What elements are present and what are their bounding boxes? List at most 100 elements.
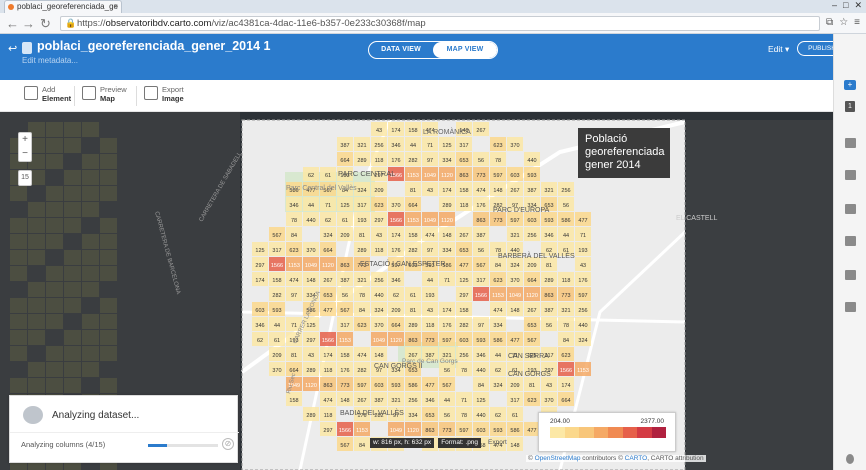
left-grid-cell — [46, 154, 63, 169]
edit-menu[interactable]: Edit ▾ — [768, 44, 789, 55]
edit-metadata-link[interactable]: Edit metadata... — [22, 56, 78, 65]
left-grid-cell — [64, 362, 81, 377]
legend-icon[interactable] — [845, 270, 856, 280]
grid-cell-value: 623 — [527, 398, 536, 404]
url-field[interactable]: 🔒 https://observatoribdv.carto.com/viz/a… — [60, 16, 820, 31]
grid-cell-value: 84 — [563, 338, 569, 344]
browser-tab[interactable]: poblaci_georeferenciada_ge × — [4, 0, 122, 13]
preview-map-button[interactable]: Preview Map — [82, 85, 127, 103]
grid-cell-value: 474 — [357, 353, 366, 359]
grid-cell-value: 297 — [459, 293, 468, 299]
map-view-button[interactable]: MAP VIEW — [433, 42, 497, 58]
close-window-icon[interactable]: ✕ — [854, 0, 862, 12]
zoom-in-button[interactable]: + — [19, 133, 31, 147]
translate-icon[interactable]: ⧉ — [826, 17, 833, 28]
grid-cell-value: 1153 — [356, 428, 368, 434]
grid-cell-value: 209 — [340, 233, 349, 239]
grid-cell-value: 773 — [493, 218, 502, 224]
sql-icon[interactable] — [845, 138, 856, 148]
map-legend[interactable]: 204.00 2377.00 — [538, 412, 676, 452]
menu-icon[interactable]: ≡ — [854, 17, 860, 28]
grid-cell-value: 297 — [323, 428, 332, 434]
grid-cell-value: 603 — [255, 308, 264, 314]
grid-cell-value: 387 — [340, 143, 349, 149]
layer-1-icon[interactable]: 1 — [845, 101, 855, 112]
left-grid-cell — [64, 218, 81, 233]
close-tab-icon[interactable]: × — [113, 1, 118, 13]
left-grid-cell — [64, 186, 81, 201]
left-grid-cell — [28, 314, 45, 329]
export-label[interactable]: Export — [485, 438, 510, 448]
grid-cell-value: 193 — [578, 248, 587, 254]
add-layer-icon[interactable]: + — [844, 80, 856, 90]
grid-cell-value: 176 — [442, 323, 451, 329]
analyze-progress-bar — [148, 444, 218, 447]
osm-link[interactable]: OpenStreetMap — [535, 455, 581, 462]
grid-cell-value: 81 — [529, 383, 535, 389]
forward-arrow-icon[interactable]: → — [22, 16, 35, 31]
grid-cell-value: 321 — [561, 308, 570, 314]
cloud-icon — [23, 406, 43, 424]
css-icon[interactable] — [845, 236, 856, 246]
widgets-icon[interactable] — [845, 302, 856, 312]
maximize-icon[interactable]: □ — [843, 0, 848, 12]
add-element-button[interactable]: Add Element — [24, 85, 71, 103]
map-title[interactable]: poblaci_georeferenciada_gener_2014 1 — [37, 39, 270, 53]
grid-cell-value: 81 — [359, 233, 365, 239]
grid-cell-value: 346 — [476, 353, 485, 359]
grid-cell-value: 474 — [323, 398, 332, 404]
grid-cell-value: 43 — [427, 188, 433, 194]
export-format[interactable]: Format: .png — [438, 438, 482, 448]
grid-cell-value: 118 — [324, 368, 333, 374]
grid-cell-value: 863 — [340, 263, 349, 269]
grid-cell-value: 586 — [493, 338, 502, 344]
grid-cell-value: 346 — [289, 203, 298, 209]
wizard-icon[interactable] — [845, 170, 856, 180]
grid-cell-value: 597 — [510, 218, 519, 224]
grid-cell-value: 84 — [291, 233, 297, 239]
left-grid-cell — [100, 234, 117, 249]
export-image-icon — [144, 86, 158, 100]
left-grid-cell — [82, 282, 99, 297]
grid-cell-value: 256 — [578, 308, 587, 314]
map-title-overlay[interactable]: Població georeferenciada gener 2014 — [578, 128, 670, 178]
grid-cell-value: 653 — [459, 248, 468, 254]
grid-cell-value: 61 — [342, 218, 348, 224]
grid-cell-value: 1120 — [407, 428, 419, 434]
data-view-button[interactable]: DATA VIEW — [369, 42, 433, 58]
help-icon[interactable] — [846, 454, 854, 464]
reload-icon[interactable]: ↻ — [40, 16, 51, 32]
star-icon[interactable]: ☆ — [839, 17, 848, 28]
left-grid-cell — [100, 138, 117, 153]
grid-cell-value: 370 — [544, 398, 553, 404]
grid-cell-value: 267 — [527, 308, 536, 314]
grid-cell-value: 43 — [376, 128, 382, 134]
grid-cell-value: 1153 — [288, 263, 300, 269]
grid-cell-value: 324 — [578, 338, 587, 344]
left-grid-cell — [28, 282, 45, 297]
left-grid-cell — [100, 298, 117, 313]
grid-cell-value: 1153 — [492, 293, 504, 299]
minimize-icon[interactable]: – — [832, 0, 837, 12]
carto-link[interactable]: CARTO — [625, 455, 648, 462]
map-label-parc-central-del-valles: Parc Central del Vallès — [286, 185, 357, 192]
grid-cell-value: 148 — [340, 398, 349, 404]
left-grid-cell — [100, 154, 117, 169]
legend-swatch — [593, 427, 608, 438]
back-arrow-icon[interactable]: ← — [6, 16, 19, 31]
back-icon[interactable]: ↩ — [8, 42, 17, 55]
left-grid-cell — [100, 186, 117, 201]
zoom-control: + − — [18, 132, 32, 162]
grid-cell-value: 125 — [459, 278, 468, 284]
zoom-out-button[interactable]: − — [19, 147, 31, 161]
grid-cell-value: 597 — [459, 428, 468, 434]
left-grid-cell — [10, 266, 27, 281]
infowindow-icon[interactable] — [845, 204, 856, 214]
cancel-analysis-icon[interactable]: ⊘ — [222, 438, 234, 450]
export-image-button[interactable]: Export Image — [144, 85, 184, 103]
grid-cell-value: 158 — [459, 188, 468, 194]
map-attribution: © OpenStreetMap contributors © CARTO, CA… — [526, 455, 706, 462]
analyzing-title: Analyzing dataset... — [52, 410, 140, 421]
left-grid-cell — [46, 346, 63, 361]
grid-cell-value: 297 — [306, 338, 315, 344]
